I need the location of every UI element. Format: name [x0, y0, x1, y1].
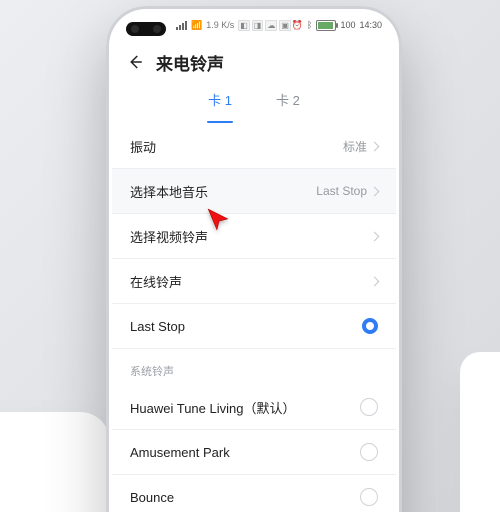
tab-sim2[interactable]: 卡 2 — [272, 86, 304, 120]
background-shape-right — [460, 352, 500, 512]
header-bar: 来电铃声 — [112, 42, 396, 82]
back-arrow-icon — [126, 53, 144, 71]
battery-text: 100 — [340, 20, 355, 30]
settings-list: 振动 标准 选择本地音乐 Last Stop 选择视频铃声 在线铃声 Last … — [112, 124, 396, 512]
row-label: Bounce — [130, 490, 174, 505]
row-label: Last Stop — [130, 319, 185, 334]
row-online-ringtone[interactable]: 在线铃声 — [112, 259, 396, 304]
row-label: Amusement Park — [130, 445, 230, 460]
chevron-right-icon — [370, 186, 380, 196]
row-system-ringtone[interactable]: Amusement Park — [112, 430, 396, 475]
chevron-right-icon — [370, 276, 380, 286]
row-vibration[interactable]: 振动 标准 — [112, 124, 396, 169]
background-shape-left — [0, 412, 110, 512]
chevron-right-icon — [370, 141, 380, 151]
signal-icon — [176, 21, 187, 30]
row-system-ringtone[interactable]: Huawei Tune Living（默认） — [112, 385, 396, 430]
net-speed: 1.9 K/s — [206, 20, 234, 30]
wifi-icon: 📶 — [191, 20, 202, 31]
battery-icon — [316, 20, 336, 31]
radio-unselected-icon — [360, 488, 378, 506]
radio-unselected-icon — [360, 443, 378, 461]
row-label: 振动 — [130, 137, 156, 156]
status-chips: ◧◨☁▣ — [238, 20, 291, 31]
row-video-ringtone[interactable]: 选择视频铃声 — [112, 214, 396, 259]
row-local-music[interactable]: 选择本地音乐 Last Stop — [112, 169, 396, 214]
bluetooth-icon: ᛒ — [307, 20, 312, 30]
row-current-selection[interactable]: Last Stop — [112, 304, 396, 349]
page-title: 来电铃声 — [156, 50, 224, 75]
section-system-ringtones: 系统铃声 — [112, 349, 396, 385]
status-bar: 📶 1.9 K/s ◧◨☁▣ ⏰ ᛒ 100 14:30 — [112, 12, 396, 38]
tab-sim1[interactable]: 卡 1 — [204, 86, 236, 120]
row-value: 标准 — [343, 138, 367, 155]
row-label: 选择视频铃声 — [130, 227, 208, 246]
radio-unselected-icon — [360, 398, 378, 416]
row-system-ringtone[interactable]: Bounce — [112, 475, 396, 512]
clock: 14:30 — [359, 20, 382, 30]
back-button[interactable] — [124, 51, 146, 73]
chevron-right-icon — [370, 231, 380, 241]
alarm-icon: ⏰ — [292, 20, 303, 31]
row-value: Last Stop — [316, 184, 367, 198]
phone-frame: 📶 1.9 K/s ◧◨☁▣ ⏰ ᛒ 100 14:30 来电铃声 卡 1 卡 … — [106, 6, 402, 512]
sim-tabs: 卡 1 卡 2 — [112, 86, 396, 120]
radio-selected-icon — [362, 318, 378, 334]
row-label: 在线铃声 — [130, 272, 182, 291]
row-label: Huawei Tune Living（默认） — [130, 398, 295, 417]
row-label: 选择本地音乐 — [130, 182, 208, 201]
